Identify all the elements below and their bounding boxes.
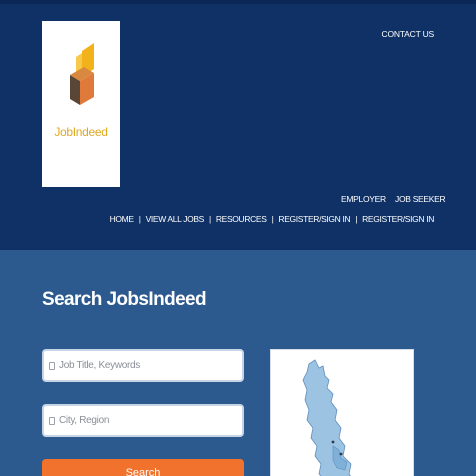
map-outline-icon <box>302 359 352 476</box>
region-map[interactable] <box>270 349 414 476</box>
employer-link[interactable]: EMPLOYER <box>341 194 386 204</box>
nav-resources[interactable]: RESOURCES <box>216 214 267 224</box>
field-icon <box>49 361 55 370</box>
keywords-field[interactable] <box>42 349 244 382</box>
logo-text: JobIndeed <box>54 125 108 139</box>
job-seeker-link[interactable]: JOB SEEKER <box>395 194 446 204</box>
field-icon <box>49 416 55 425</box>
region-input[interactable] <box>59 415 239 426</box>
site-logo[interactable]: JobIndeed <box>42 21 120 187</box>
nav-separator: | <box>209 214 211 224</box>
nav-separator: | <box>355 214 358 224</box>
main-nav: HOME | VIEW ALL JOBS | RESOURCES | REGIS… <box>110 214 435 224</box>
nav-separator: | <box>138 214 141 224</box>
nav-view-all-jobs[interactable]: VIEW ALL JOBS <box>146 214 205 224</box>
keywords-input[interactable] <box>59 360 239 371</box>
nav-home[interactable]: HOME <box>110 214 134 224</box>
contact-us-link[interactable]: CONTACT US <box>382 29 435 39</box>
search-title: Search JobsIndeed <box>42 289 207 310</box>
search-button[interactable]: Search <box>42 459 244 476</box>
site-header: JobIndeed CONTACT US EMPLOYER JOB SEEKER… <box>0 0 476 250</box>
region-field[interactable] <box>42 404 244 437</box>
nav-seeker-register[interactable]: REGISTER/SIGN IN <box>362 214 434 224</box>
nav-employer-register[interactable]: REGISTER/SIGN IN <box>278 214 350 224</box>
logo-blocks-icon <box>70 43 94 105</box>
nav-separator: | <box>271 214 274 224</box>
header-top-border <box>0 0 476 4</box>
